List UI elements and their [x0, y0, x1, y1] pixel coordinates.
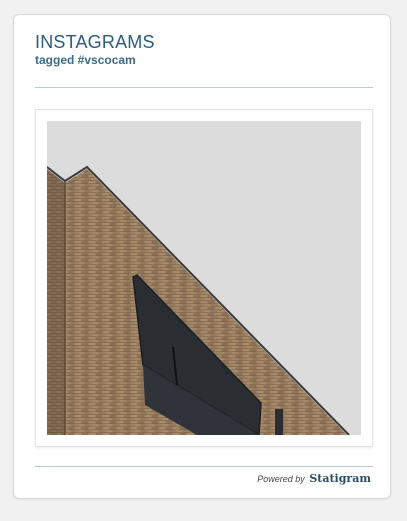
instagram-photo[interactable] — [47, 121, 361, 435]
instagram-widget: INSTAGRAMS tagged #vscocam Powered by St… — [13, 14, 391, 499]
brick-building-photo-image — [47, 121, 361, 435]
header-divider — [35, 87, 373, 88]
powered-by-label: Powered by — [257, 474, 305, 484]
widget-subtitle: tagged #vscocam — [35, 53, 136, 67]
powered-by-statigram-link[interactable]: Powered by Statigram — [257, 472, 371, 486]
statigram-logo: Statigram — [309, 472, 371, 485]
footer-divider — [35, 466, 373, 467]
widget-title: INSTAGRAMS — [35, 32, 155, 52]
photo-card — [35, 109, 373, 447]
